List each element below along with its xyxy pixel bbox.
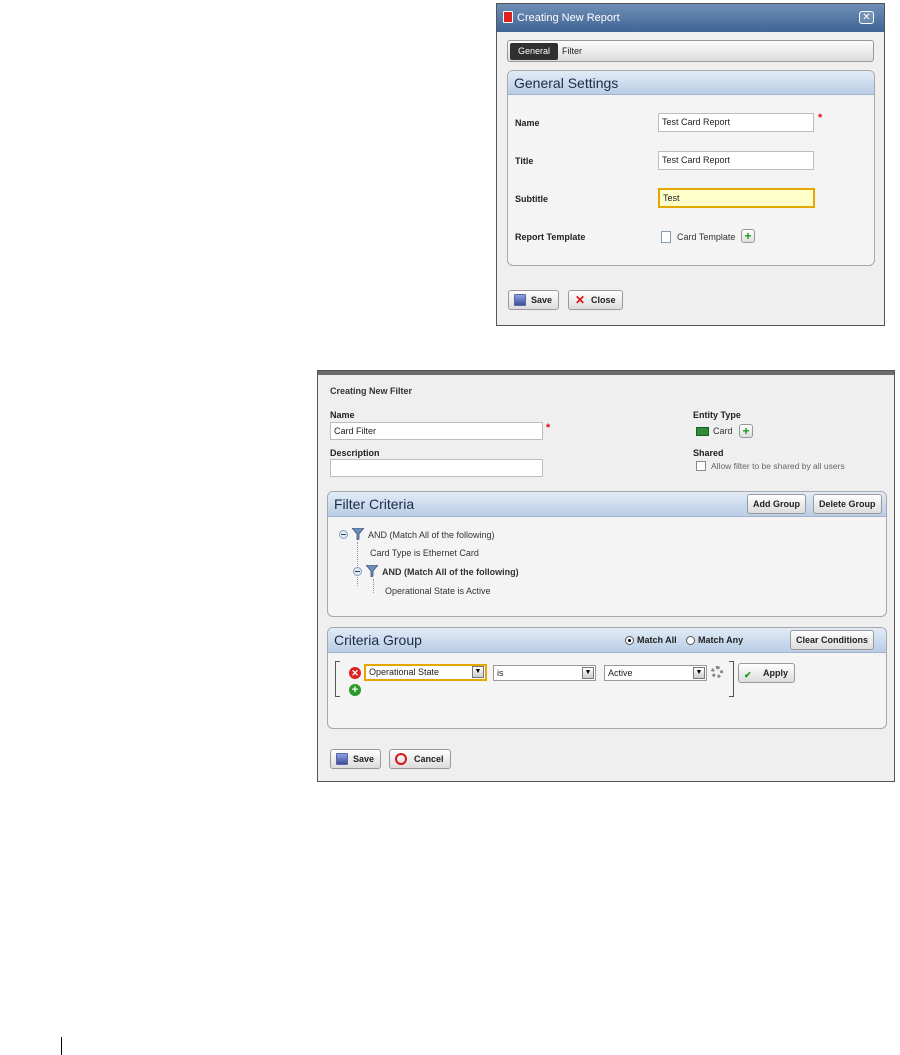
criteria-group-panel: Criteria Group Match All Match Any Clear… xyxy=(327,627,887,729)
filter-criteria-title: Filter Criteria xyxy=(334,496,415,512)
add-template-button[interactable]: + xyxy=(741,229,755,243)
report-title-input[interactable]: Test Card Report xyxy=(658,151,814,170)
apply-label: Apply xyxy=(763,668,789,678)
report-template-value[interactable]: Card Template xyxy=(677,232,735,242)
tree-connector xyxy=(357,542,358,586)
tree-child-node[interactable]: AND (Match All of the following) xyxy=(382,567,519,577)
shared-checkbox[interactable] xyxy=(696,461,706,471)
page-margin-bar xyxy=(61,1037,62,1055)
filter-dialog: Creating New Filter Name Card Filter * D… xyxy=(317,370,895,782)
save-icon xyxy=(336,753,348,765)
attribute-select-value: Operational State xyxy=(369,667,440,677)
report-save-label: Save xyxy=(531,295,553,305)
name-label: Name xyxy=(515,118,540,128)
entity-type-value[interactable]: Card xyxy=(713,426,733,436)
gear-icon[interactable] xyxy=(711,666,723,678)
tree-connector xyxy=(373,579,374,593)
tree-root-node[interactable]: AND (Match All of the following) xyxy=(368,530,495,540)
apply-button[interactable]: ✔ Apply xyxy=(738,663,796,683)
description-label: Description xyxy=(330,448,380,458)
delete-group-button[interactable]: Delete Group xyxy=(813,494,882,514)
filter-dialog-title: Creating New Filter xyxy=(330,386,413,396)
filter-name-label: Name xyxy=(330,410,355,420)
chevron-down-icon[interactable]: ▼ xyxy=(693,667,705,679)
filter-name-input[interactable]: Card Filter xyxy=(330,422,543,440)
template-document-icon xyxy=(661,231,671,243)
match-any-label: Match Any xyxy=(698,635,744,645)
criteria-group-header: Criteria Group Match All Match Any Clear… xyxy=(328,628,886,653)
tab-general[interactable]: General xyxy=(510,43,559,60)
operator-select[interactable]: is ▼ xyxy=(493,665,596,681)
subtitle-label: Subtitle xyxy=(515,194,548,204)
tab-filter[interactable]: Filter xyxy=(554,43,590,60)
filter-cancel-label: Cancel xyxy=(414,754,444,764)
card-icon xyxy=(696,427,709,436)
general-settings-title: General Settings xyxy=(514,75,619,91)
required-indicator: * xyxy=(818,112,823,124)
shared-label: Shared xyxy=(693,448,724,458)
required-indicator: * xyxy=(546,422,551,434)
add-condition-icon[interactable]: + xyxy=(349,684,361,696)
clear-conditions-button[interactable]: Clear Conditions xyxy=(790,630,875,650)
report-subtitle-input[interactable]: Test xyxy=(658,188,815,208)
group-bracket-left xyxy=(335,661,340,697)
window-close-icon[interactable]: ✕ xyxy=(859,11,874,24)
collapse-child-icon[interactable] xyxy=(353,567,362,576)
filter-save-button[interactable]: Save xyxy=(330,749,382,769)
general-settings-header: General Settings xyxy=(508,71,874,95)
match-all-label: Match All xyxy=(637,635,677,645)
chevron-down-icon[interactable]: ▼ xyxy=(472,666,484,678)
report-dialog: Creating New Report ✕ General Filter Gen… xyxy=(496,3,885,326)
cancel-icon xyxy=(395,753,407,765)
report-dialog-title: Creating New Report xyxy=(517,12,620,24)
filter-criteria-panel: Filter Criteria Add Group Delete Group A… xyxy=(327,491,887,617)
remove-condition-icon[interactable]: ✕ xyxy=(349,667,361,679)
report-tab-bar: General Filter xyxy=(507,40,874,62)
save-icon xyxy=(514,294,526,306)
report-dialog-body: General Filter General Settings Name Tes… xyxy=(497,32,884,325)
collapse-root-icon[interactable] xyxy=(339,530,348,539)
chevron-down-icon[interactable]: ▼ xyxy=(582,667,594,679)
report-save-button[interactable]: Save xyxy=(508,290,560,310)
value-select-value: Active xyxy=(608,668,633,678)
match-all-radio[interactable] xyxy=(625,636,634,645)
match-any-radio[interactable] xyxy=(686,636,695,645)
group-bracket-right xyxy=(729,661,734,697)
close-icon: ✕ xyxy=(574,293,586,307)
attribute-select[interactable]: Operational State ▼ xyxy=(364,664,487,681)
report-name-input[interactable]: Test Card Report xyxy=(658,113,814,132)
report-close-button[interactable]: ✕ Close xyxy=(568,290,623,310)
entity-type-label: Entity Type xyxy=(693,410,741,420)
operator-select-value: is xyxy=(497,668,504,678)
report-icon xyxy=(503,11,513,23)
value-select[interactable]: Active ▼ xyxy=(604,665,707,681)
filter-criteria-header: Filter Criteria Add Group Delete Group xyxy=(328,492,886,517)
filter-funnel-icon xyxy=(366,565,378,577)
filter-dialog-topbar xyxy=(318,371,894,375)
report-close-label: Close xyxy=(591,295,616,305)
add-entity-type-button[interactable]: + xyxy=(739,424,753,438)
checkmark-icon: ✔ xyxy=(744,670,752,680)
title-label: Title xyxy=(515,156,534,166)
shared-checkbox-label: Allow filter to be shared by all users xyxy=(711,461,845,471)
report-dialog-titlebar[interactable]: Creating New Report ✕ xyxy=(497,4,884,32)
report-template-label: Report Template xyxy=(515,232,586,242)
filter-cancel-button[interactable]: Cancel xyxy=(389,749,451,769)
filter-save-label: Save xyxy=(353,754,375,764)
tree-condition[interactable]: Operational State is Active xyxy=(385,586,491,596)
description-input[interactable] xyxy=(330,459,543,477)
tree-condition[interactable]: Card Type is Ethernet Card xyxy=(370,548,479,558)
criteria-group-title: Criteria Group xyxy=(334,632,422,648)
add-group-button[interactable]: Add Group xyxy=(747,494,806,514)
filter-funnel-icon xyxy=(352,528,364,540)
general-settings-panel: General Settings Name Test Card Report *… xyxy=(507,70,875,266)
